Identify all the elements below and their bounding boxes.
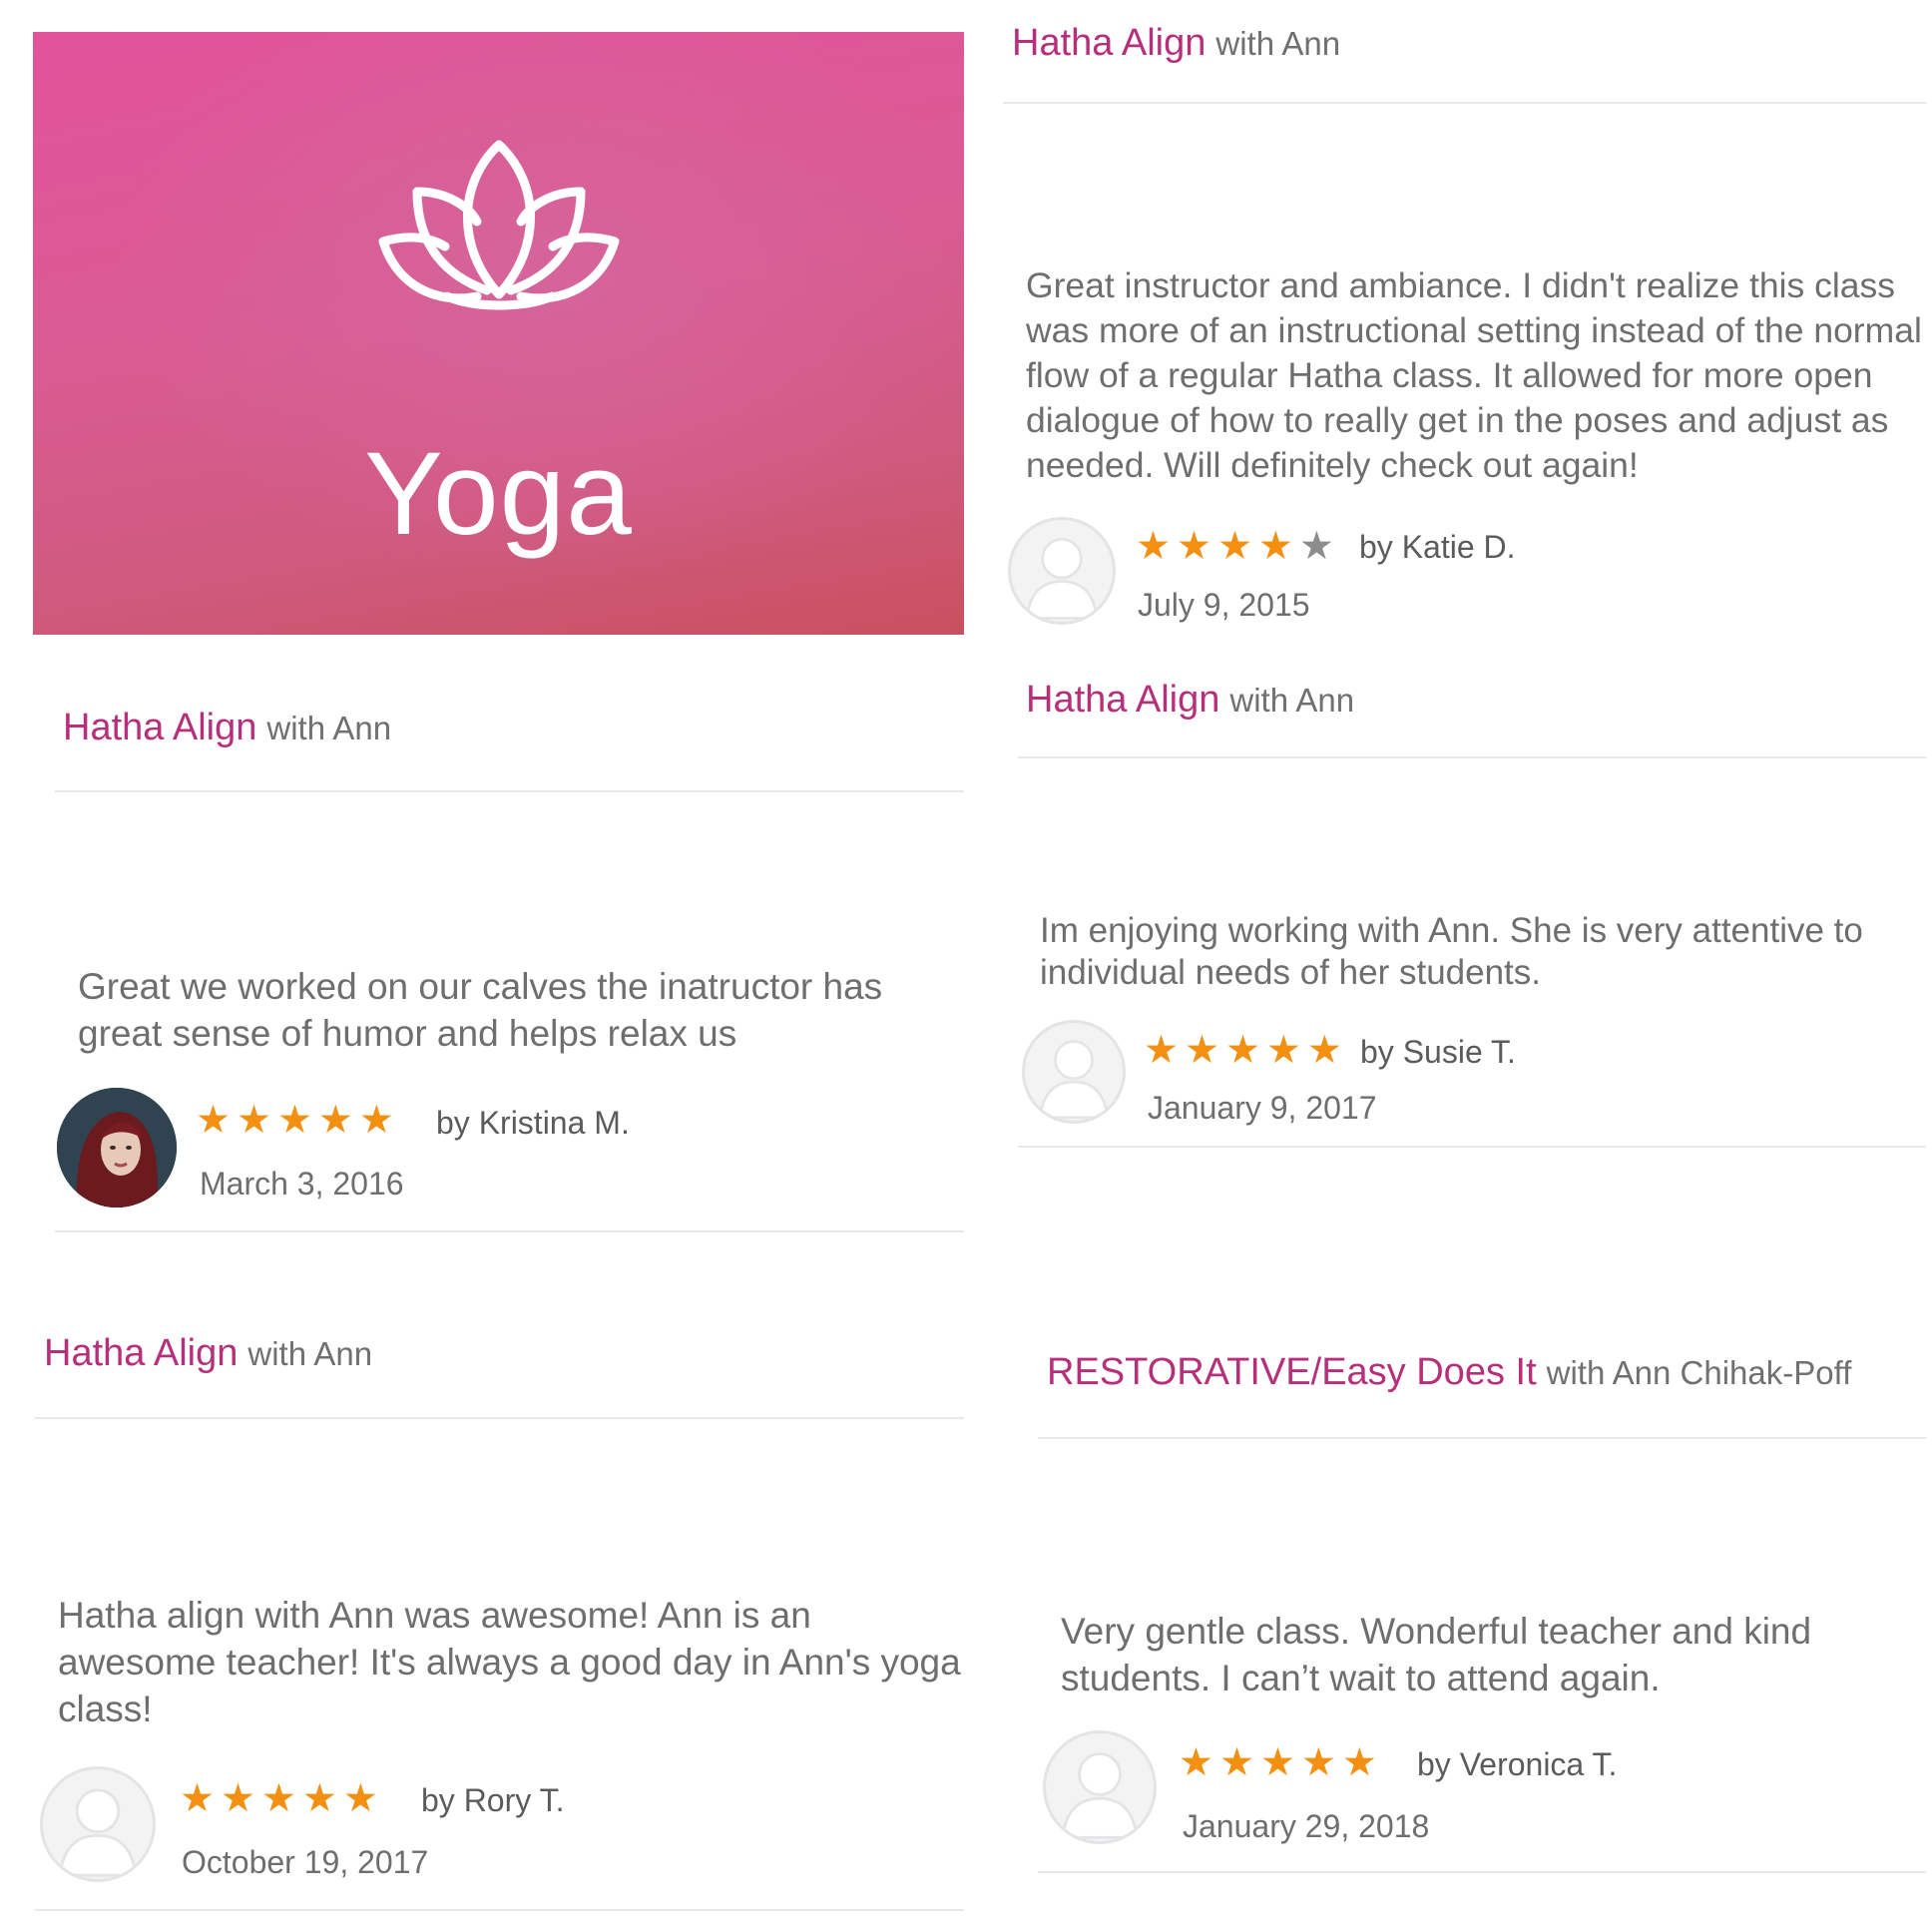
divider (1038, 1871, 1926, 1873)
reviewer-name: by Kristina M. (436, 1105, 630, 1141)
class-name: Hatha Align (1012, 22, 1207, 64)
review-text: Great we worked on our calves the inatru… (78, 966, 883, 1054)
star-icon: ★ (276, 1099, 312, 1142)
review-date: March 3, 2016 (200, 1166, 404, 1202)
class-name: RESTORATIVE/Easy Does It (1047, 1351, 1537, 1393)
lotus-icon (378, 140, 620, 310)
profile-photo[interactable] (57, 1088, 177, 1208)
star-rating: ★ ★ ★ ★ ★ (1179, 1740, 1383, 1785)
yoga-banner: Yoga (33, 32, 964, 635)
divider (35, 1909, 964, 1911)
review-text: Great instructor and ambiance. I didn't … (1026, 265, 1922, 486)
divider (1018, 1146, 1926, 1148)
class-title[interactable]: RESTORATIVE/Easy Does It with Ann Chihak-… (1047, 1351, 1851, 1394)
review-date: January 9, 2017 (1148, 1090, 1377, 1126)
review-date: July 9, 2015 (1138, 587, 1310, 623)
star-icon: ★ (1136, 525, 1171, 568)
star-icon: ★ (1176, 525, 1211, 568)
star-icon: ★ (1257, 525, 1293, 568)
star-icon: ★ (301, 1777, 337, 1820)
star-icon: ★ (1306, 1029, 1342, 1072)
star-icon: ★ (358, 1099, 394, 1142)
divider (1003, 102, 1926, 104)
star-icon: ★ (342, 1777, 378, 1820)
class-title[interactable]: Hatha Align with Ann (44, 1332, 372, 1375)
review-text: Very gentle class. Wonderful teacher and… (1061, 1611, 1812, 1698)
instructor-name: with Ann Chihak-Poff (1546, 1354, 1852, 1391)
avatar-placeholder-icon[interactable] (40, 1766, 156, 1882)
star-icon: ★ (1224, 1029, 1260, 1072)
reviewer-name: by Susie T. (1360, 1034, 1516, 1070)
star-rating: ★ ★ ★ ★ ★ (1136, 524, 1340, 569)
star-icon: ★ (1216, 525, 1252, 568)
reviewer-name: by Katie D. (1359, 529, 1516, 565)
reviewer-name: by Veronica T. (1417, 1746, 1618, 1782)
instructor-name: with Ann (1215, 25, 1341, 62)
star-rating: ★ ★ ★ ★ ★ (1144, 1028, 1348, 1073)
star-icon: ★ (260, 1777, 296, 1820)
star-icon: ★ (1259, 1741, 1295, 1784)
star-icon: ★ (1144, 1029, 1179, 1072)
star-icon: ★ (1218, 1741, 1254, 1784)
divider (35, 1417, 964, 1419)
avatar-placeholder-icon[interactable] (1008, 517, 1116, 625)
star-icon: ★ (180, 1777, 215, 1820)
star-rating: ★ ★ ★ ★ ★ (196, 1098, 400, 1143)
review-date: October 19, 2017 (182, 1844, 429, 1880)
banner-label: Yoga (364, 428, 633, 560)
class-title[interactable]: Hatha Align with Ann (1012, 22, 1340, 65)
star-icon: ★ (220, 1777, 255, 1820)
star-icon: ★ (1179, 1741, 1213, 1784)
star-icon: ★ (236, 1099, 271, 1142)
instructor-name: with Ann (247, 1335, 373, 1372)
class-name: Hatha Align (63, 707, 257, 748)
instructor-name: with Ann (1229, 682, 1355, 719)
review-text: Hatha align with Ann was awesome! Ann is… (58, 1595, 961, 1729)
star-icon: ★ (1341, 1741, 1377, 1784)
review-date: January 29, 2018 (1183, 1808, 1430, 1844)
star-icon: ★ (196, 1099, 231, 1142)
star-icon: ★ (317, 1099, 353, 1142)
class-title[interactable]: Hatha Align with Ann (63, 707, 391, 749)
star-empty-icon: ★ (1298, 525, 1334, 568)
star-icon: ★ (1184, 1029, 1219, 1072)
divider (55, 790, 964, 792)
class-title[interactable]: Hatha Align with Ann (1026, 679, 1354, 722)
star-rating: ★ ★ ★ ★ ★ (180, 1776, 384, 1821)
divider (1038, 1437, 1926, 1439)
instructor-name: with Ann (266, 710, 392, 746)
avatar-placeholder-icon[interactable] (1043, 1730, 1157, 1844)
class-name: Hatha Align (44, 1332, 239, 1374)
star-icon: ★ (1300, 1741, 1336, 1784)
divider (1018, 756, 1926, 758)
divider (55, 1230, 964, 1232)
star-icon: ★ (1265, 1029, 1301, 1072)
review-text: Im enjoying working with Ann. She is ver… (1040, 911, 1863, 992)
class-name: Hatha Align (1026, 679, 1220, 721)
reviewer-name: by Rory T. (421, 1782, 565, 1818)
avatar-placeholder-icon[interactable] (1022, 1020, 1126, 1124)
